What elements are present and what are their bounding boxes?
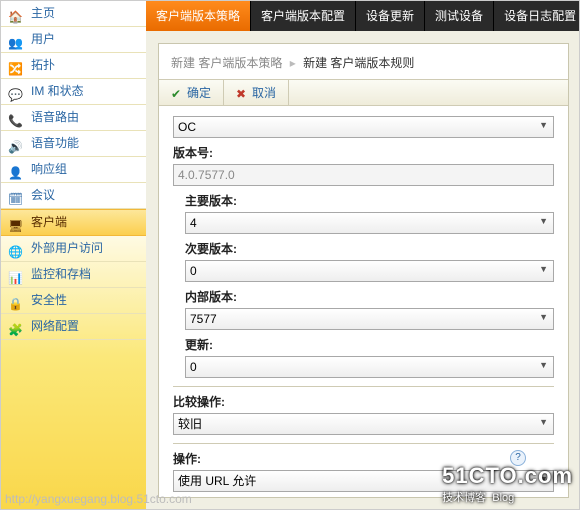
topology-icon: 🔀 xyxy=(8,57,24,73)
sidebar-item-voice-route[interactable]: 📞 语音路由 xyxy=(1,105,146,131)
ok-button-label: 确定 xyxy=(187,84,211,101)
sidebar-item-label: 主页 xyxy=(31,6,55,20)
monitoring-icon: 📊 xyxy=(8,266,24,282)
sidebar-item-home[interactable]: 🏠 主页 xyxy=(1,1,146,27)
tab-label: 设备日志配置 xyxy=(504,9,576,23)
sidebar-item-label: 监控和存档 xyxy=(31,267,91,281)
sidebar-item-im[interactable]: 💬 IM 和状态 xyxy=(1,79,146,105)
security-icon: 🔒 xyxy=(8,292,24,308)
action-bar: ✔ 确定 ✖ 取消 xyxy=(159,79,568,106)
update-label: 更新: xyxy=(173,336,554,353)
sidebar-item-label: 客户端 xyxy=(31,215,67,229)
sidebar-item-voice-feature[interactable]: 🔊 语音功能 xyxy=(1,131,146,157)
check-icon: ✔ xyxy=(171,87,183,99)
compare-label: 比较操作: xyxy=(173,393,554,410)
build-version-select[interactable]: 7577 xyxy=(185,308,554,330)
sidebar-item-label: 网络配置 xyxy=(31,319,79,333)
sidebar-item-label: 安全性 xyxy=(31,293,67,307)
external-access-icon: 🌐 xyxy=(8,240,24,256)
cancel-button-label: 取消 xyxy=(252,84,276,101)
build-label: 内部版本: xyxy=(173,288,554,305)
sidebar-item-label: 会议 xyxy=(31,188,55,202)
sidebar-item-client[interactable]: 🖥 客户端 xyxy=(1,209,146,236)
sidebar-item-meeting[interactable]: 🗓 会议 xyxy=(1,183,146,209)
meeting-icon: 🗓 xyxy=(8,187,24,203)
major-label: 主要版本: xyxy=(173,192,554,209)
sidebar-item-response-group[interactable]: 👤 响应组 xyxy=(1,157,146,183)
sidebar-item-topology[interactable]: 🔀 拓扑 xyxy=(1,53,146,79)
minor-version-select[interactable]: 0 xyxy=(185,260,554,282)
update-version-select[interactable]: 0 xyxy=(185,356,554,378)
sidebar: 🏠 主页 👥 用户 🔀 拓扑 💬 IM 和状态 📞 语音路由 🔊 语音功能 👤 响应组 🗓 会议… xyxy=(1,1,147,509)
minor-label: 次要版本: xyxy=(173,240,554,257)
tab-label: 设备更新 xyxy=(366,9,414,23)
sidebar-item-monitoring[interactable]: 📊 监控和存档 xyxy=(1,262,146,288)
cross-icon: ✖ xyxy=(236,87,248,99)
panel: 新建 客户端版本策略 ▸ 新建 客户端版本规则 ✔ 确定 ✖ 取消 OC xyxy=(158,43,569,498)
network-config-icon: 🧩 xyxy=(8,318,24,334)
form: OC 版本号: 主要版本: 4 次要版本: 0 内部版本: 7577 xyxy=(159,106,568,498)
sidebar-item-label: 语音功能 xyxy=(31,136,79,150)
sidebar-item-users[interactable]: 👥 用户 xyxy=(1,27,146,53)
client-icon: 🖥 xyxy=(8,214,24,230)
version-field xyxy=(173,164,554,186)
sidebar-item-label: 响应组 xyxy=(31,162,67,176)
app-root: 🏠 主页 👥 用户 🔀 拓扑 💬 IM 和状态 📞 语音路由 🔊 语音功能 👤 响应组 🗓 会议… xyxy=(0,0,580,510)
sidebar-item-label: IM 和状态 xyxy=(31,84,84,98)
version-label: 版本号: xyxy=(173,144,554,161)
cancel-button[interactable]: ✖ 取消 xyxy=(224,80,289,105)
sidebar-item-label: 外部用户访问 xyxy=(31,241,103,255)
sidebar-item-label: 用户 xyxy=(31,32,55,46)
sidebar-item-label: 拓扑 xyxy=(31,58,55,72)
major-version-select[interactable]: 4 xyxy=(185,212,554,234)
user-agent-select[interactable]: OC xyxy=(173,116,554,138)
home-icon: 🏠 xyxy=(8,5,24,21)
breadcrumb: 新建 客户端版本策略 ▸ 新建 客户端版本规则 xyxy=(159,44,568,79)
breadcrumb-separator-icon: ▸ xyxy=(290,56,296,70)
tab-device-log-config[interactable]: 设备日志配置 xyxy=(494,1,580,31)
tab-client-version-config[interactable]: 客户端版本配置 xyxy=(251,1,356,31)
tab-label: 客户端版本策略 xyxy=(156,9,240,23)
tab-bar: 客户端版本策略 客户端版本配置 设备更新 测试设备 设备日志配置 设备配置 xyxy=(146,1,579,31)
divider xyxy=(173,386,554,387)
ok-button[interactable]: ✔ 确定 xyxy=(159,80,224,105)
divider xyxy=(173,443,554,444)
im-icon: 💬 xyxy=(8,83,24,99)
tab-label: 客户端版本配置 xyxy=(261,9,345,23)
breadcrumb-parent[interactable]: 新建 客户端版本策略 xyxy=(171,56,282,70)
breadcrumb-current: 新建 客户端版本规则 xyxy=(303,56,414,70)
sidebar-item-network[interactable]: 🧩 网络配置 xyxy=(1,314,146,340)
sidebar-item-label: 语音路由 xyxy=(31,110,79,124)
tab-device-update[interactable]: 设备更新 xyxy=(356,1,425,31)
help-icon[interactable]: ? xyxy=(510,450,526,466)
tab-test-device[interactable]: 测试设备 xyxy=(425,1,494,31)
voice-feature-icon: 🔊 xyxy=(8,135,24,151)
content-area: 客户端版本策略 客户端版本配置 设备更新 测试设备 设备日志配置 设备配置 新建… xyxy=(146,1,579,509)
user-icon: 👥 xyxy=(8,31,24,47)
action-label: 操作: xyxy=(173,450,554,467)
response-group-icon: 👤 xyxy=(8,161,24,177)
tab-client-version-policy[interactable]: 客户端版本策略 xyxy=(146,1,251,31)
sidebar-item-external[interactable]: 🌐 外部用户访问 xyxy=(1,236,146,262)
action-select[interactable]: 使用 URL 允许 xyxy=(173,470,554,492)
tab-label: 测试设备 xyxy=(435,9,483,23)
voice-route-icon: 📞 xyxy=(8,109,24,125)
compare-select[interactable]: 较旧 xyxy=(173,413,554,435)
sidebar-item-security[interactable]: 🔒 安全性 xyxy=(1,288,146,314)
